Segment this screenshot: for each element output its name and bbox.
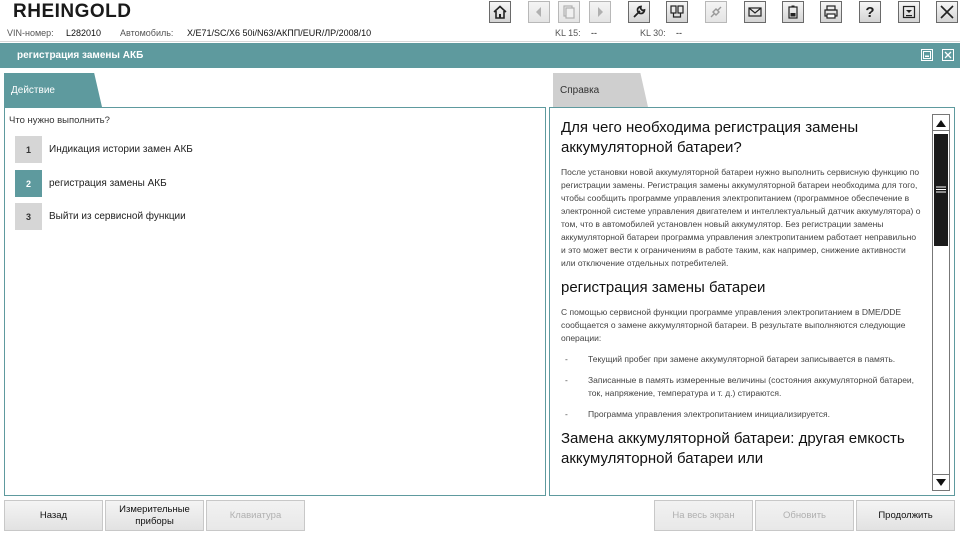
minimize-button[interactable]	[898, 1, 920, 23]
printer-icon	[824, 5, 838, 19]
home-button[interactable]	[489, 1, 511, 23]
list-item: Записанные в память измеренные величины …	[561, 374, 921, 400]
keyboard-button[interactable]: Клавиатура	[206, 500, 305, 531]
documents-button[interactable]	[558, 1, 580, 23]
scroll-down-button[interactable]	[933, 474, 949, 490]
close-icon	[944, 51, 952, 59]
option-label: регистрация замены АКБ	[49, 178, 167, 189]
battery-icon	[788, 5, 798, 19]
refresh-button[interactable]: Обновить	[755, 500, 854, 531]
help-paragraph: После установки новой аккумуляторной бат…	[561, 167, 921, 268]
help-heading: Замена аккумуляторной батареи: другая ем…	[561, 430, 905, 467]
connection-button[interactable]	[705, 1, 727, 23]
option-item[interactable]: 2 регистрация замены АКБ	[15, 170, 375, 198]
option-number: 2	[15, 170, 42, 197]
mail-button[interactable]	[744, 1, 766, 23]
meters-button[interactable]: Измерительные приборы	[105, 500, 204, 531]
car-value: X/E71/SC/X6 50i/N63/АКПП/EUR/ЛР/2008/10	[187, 28, 372, 38]
service-functions-button[interactable]	[628, 1, 650, 23]
minimize-icon	[923, 51, 931, 59]
top-toolbar: RHEINGOLD ?	[0, 0, 960, 24]
option-label: Индикация истории замен АКБ	[49, 144, 193, 155]
option-number: 3	[15, 203, 42, 230]
help-scrollbar[interactable]	[932, 114, 950, 491]
app-title: RHEINGOLD	[13, 1, 132, 22]
help-paragraph: С помощью сервисной функции программе уп…	[561, 307, 906, 343]
battery-button[interactable]	[782, 1, 804, 23]
help-list: Текущий пробег при замене аккумуляторной…	[561, 353, 921, 421]
mail-icon	[748, 7, 762, 17]
tab-help[interactable]: Справка	[553, 73, 648, 107]
kl30-value: --	[676, 28, 682, 38]
minimize-icon	[902, 5, 916, 19]
window-title: регистрация замены АКБ	[17, 50, 144, 61]
kl15-value: --	[591, 28, 597, 38]
back-nav-button[interactable]	[528, 1, 550, 23]
car-label: Автомобиль:	[120, 28, 174, 38]
close-icon	[940, 5, 954, 19]
forward-nav-button[interactable]	[589, 1, 611, 23]
vehicle-info-bar: VIN-номер: L282010 Автомобиль: X/E71/SC/…	[0, 24, 960, 42]
help-button[interactable]: ?	[859, 1, 881, 23]
home-icon	[493, 5, 507, 19]
option-number: 1	[15, 136, 42, 163]
diagnosis-device-icon	[670, 5, 684, 18]
help-heading: Для чего необходима регистрация замены а…	[561, 119, 859, 156]
option-item[interactable]: 1 Индикация истории замен АКБ	[15, 136, 375, 164]
help-icon: ?	[865, 3, 875, 21]
help-panel: Для чего необходима регистрация замены а…	[549, 107, 955, 496]
print-button[interactable]	[820, 1, 842, 23]
fullscreen-button[interactable]: На весь экран	[654, 500, 753, 531]
close-app-button[interactable]	[936, 1, 958, 23]
scroll-thumb[interactable]	[934, 134, 948, 246]
kl30-label: KL 30:	[640, 28, 666, 38]
arrow-right-icon	[598, 7, 603, 17]
help-heading: регистрация замены батареи	[561, 279, 766, 296]
vin-value: L282010	[66, 28, 102, 38]
arrow-left-icon	[536, 7, 541, 17]
triangle-down-icon	[936, 478, 946, 486]
vin-label: VIN-номер:	[7, 28, 54, 38]
action-panel: Что нужно выполнить? 1 Индикация истории…	[4, 107, 546, 496]
list-item: Программа управления электропитанием ини…	[561, 408, 921, 421]
kl15-label: KL 15:	[555, 28, 581, 38]
triangle-up-icon	[936, 119, 946, 127]
option-label: Выйти из сервисной функции	[49, 211, 186, 222]
window-close-button[interactable]	[942, 49, 954, 61]
action-question: Что нужно выполнить?	[9, 115, 110, 126]
grip-icon	[936, 186, 946, 193]
back-button[interactable]: Назад	[4, 500, 103, 531]
help-content: Для чего необходима регистрация замены а…	[561, 118, 921, 494]
wrench-icon	[633, 5, 646, 18]
continue-button[interactable]: Продолжить	[856, 500, 955, 531]
diagnosis-button[interactable]	[666, 1, 688, 23]
tab-action[interactable]: Действие	[4, 73, 102, 107]
option-item[interactable]: 3 Выйти из сервисной функции	[15, 203, 375, 231]
window-titlebar: регистрация замены АКБ	[0, 43, 960, 68]
document-stack-icon	[563, 5, 575, 19]
window-minimize-button[interactable]	[921, 49, 933, 61]
connection-icon	[710, 6, 722, 18]
scroll-up-button[interactable]	[933, 115, 949, 131]
list-item: Текущий пробег при замене аккумуляторной…	[561, 353, 921, 366]
